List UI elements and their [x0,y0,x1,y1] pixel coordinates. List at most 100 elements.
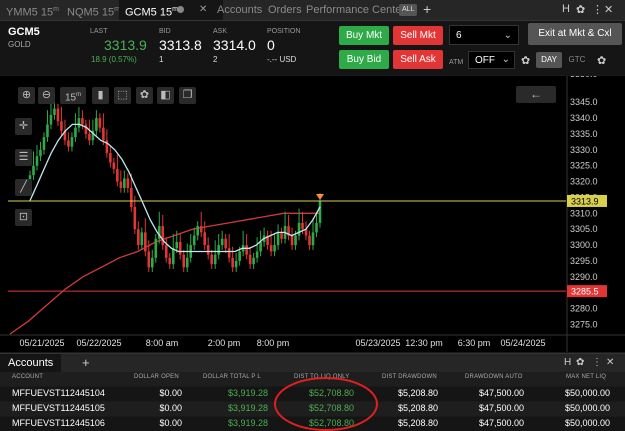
day-toggle[interactable]: DAY [536,52,562,68]
exit-button[interactable]: Exit at Mkt & Cxl [528,23,622,45]
accounts-h-icon[interactable]: H [564,357,571,368]
x-tick-label: 05/24/2025 [500,338,545,348]
last-value: 3313.9 [104,37,147,53]
candle-body [269,245,273,252]
x-tick-label: 2:00 pm [208,338,241,348]
tab-accounts[interactable]: Accounts [217,0,262,20]
layers-icon[interactable]: ◧ [157,87,174,104]
quantity-select[interactable]: 6 ⌄ [449,25,519,45]
candle-body [42,137,46,150]
candle-body [175,241,179,249]
symbol-subtitle: GOLD [8,40,31,49]
candle-body [137,229,140,246]
all-badge[interactable]: ALL [399,4,418,16]
bid-label: BID [159,28,171,35]
tab-performance-center[interactable]: Performance Center [306,0,405,20]
dollar-open: $0.00 [159,403,182,413]
candle-body [102,127,105,141]
candle-body [95,118,98,131]
candle-body [77,118,81,128]
max-net-liq: $50,000.00 [564,388,610,398]
x-tick-label: 05/21/2025 [19,338,64,348]
lock-icon[interactable]: ⊡ [15,209,32,226]
h-icon[interactable]: H [562,3,570,15]
last-change: 18.9 (0.57%) [91,55,137,64]
interval-sup: m [76,92,82,98]
notes-icon[interactable]: ☰ [15,149,32,166]
interval-selector[interactable]: 15m [60,87,86,104]
settings-icon[interactable]: ✿ [136,87,153,104]
price-chart[interactable]: 3345.03340.03335.03330.03325.03320.03315… [0,76,625,352]
account-id: MFFUEVST112445104 [12,388,105,398]
account-id: MFFUEVST112445105 [12,403,105,413]
accounts-more-icon[interactable]: ⋮ [592,357,602,368]
dollar-open: $0.00 [159,418,182,428]
drawdown-auto: $47,500.00 [478,388,524,398]
atm-select[interactable]: OFF ⌄ [468,51,515,69]
y-tick-label: 3295.0 [570,256,598,266]
col-dollar-total-pl[interactable]: DOLLAR TOTAL P L [203,374,261,380]
y-tick-label: 3325.0 [570,161,598,171]
candle-body [74,127,77,138]
zoom-out-icon[interactable]: ⊖ [38,87,55,104]
candle-body [164,245,168,258]
tab-gcm5[interactable]: GCM5 15m ✕ [119,0,223,20]
back-arrow-button[interactable]: ← [516,86,556,103]
col-account[interactable]: ACCOUNT [12,374,43,380]
candle-body [168,257,172,265]
position-pnl: -.-- USD [267,55,297,64]
candle-body [130,187,133,207]
tab-nqm5[interactable]: NQM5 15m [67,0,120,20]
buy-mkt-button[interactable]: Buy Mkt [339,26,389,45]
candle-body [297,222,301,236]
close-window-icon[interactable]: ✕ [604,3,613,16]
candle-body [273,245,276,252]
dollar-total-pl: $3,919.28 [227,418,268,428]
drawdown-auto: $47,500.00 [478,418,524,428]
accounts-close-icon[interactable]: ✕ [606,357,614,368]
gtc-toggle[interactable]: GTC [564,52,590,68]
sell-ask-button[interactable]: Sell Ask [393,50,443,69]
candle-body [144,232,147,252]
copy-icon[interactable]: ❐ [179,87,196,104]
tab-ymm5[interactable]: YMM5 15m [6,0,59,20]
order-gear-icon[interactable]: ✿ [597,54,606,67]
chart-panel[interactable]: 3345.03340.03335.03330.03325.03320.03315… [0,76,625,352]
crosshair-icon[interactable]: ⬚ [114,87,131,104]
add-tab-icon[interactable]: + [423,1,431,17]
add-accounts-tab-icon[interactable]: + [82,355,90,370]
zoom-in-icon[interactable]: ⊕ [18,87,35,104]
col-drawdown-auto[interactable]: DRAWDOWN AUTO [465,374,523,380]
candle-body [315,222,318,233]
gear-icon[interactable]: ✿ [576,3,585,16]
y-tick-label: 3275.0 [570,319,598,329]
buy-bid-button[interactable]: Buy Bid [339,50,389,69]
candle-body [238,251,241,261]
col-max-net-liq[interactable]: MAX NET LIQ [566,374,606,380]
accounts-gear-icon[interactable]: ✿ [576,357,584,368]
candle-body [199,226,203,233]
sell-mkt-button[interactable]: Sell Mkt [393,26,443,45]
tab-gcm5-symbol: GCM5 [125,6,157,19]
candle-body [318,200,322,223]
atm-gear-icon[interactable]: ✿ [521,54,530,67]
y-tick-label: 3320.0 [570,177,598,187]
candle-body [192,235,196,246]
cursor-icon[interactable]: ✛ [15,118,32,135]
accounts-tab[interactable]: Accounts [0,354,62,372]
draw-line-icon[interactable]: ╱ [15,179,32,196]
candle-body [210,254,213,265]
candle-body [220,238,224,246]
tab-close-icon[interactable]: ✕ [199,0,207,20]
col-dist-drawdown[interactable]: DIST DRAWDOWN [382,374,437,380]
candle-body [294,235,297,246]
tab-orders[interactable]: Orders [268,0,302,20]
tab-ymm5-interval: 15 [40,6,54,19]
candle-body [49,114,53,125]
col-dollar-open[interactable]: DOLLAR OPEN [134,374,179,380]
more-icon[interactable]: ⋮ [592,3,603,16]
tab-ymm5-sup: m [53,6,59,13]
candles-icon[interactable]: ▮ [92,87,109,104]
max-net-liq: $50,000.00 [564,418,610,428]
candle-body [161,226,165,246]
